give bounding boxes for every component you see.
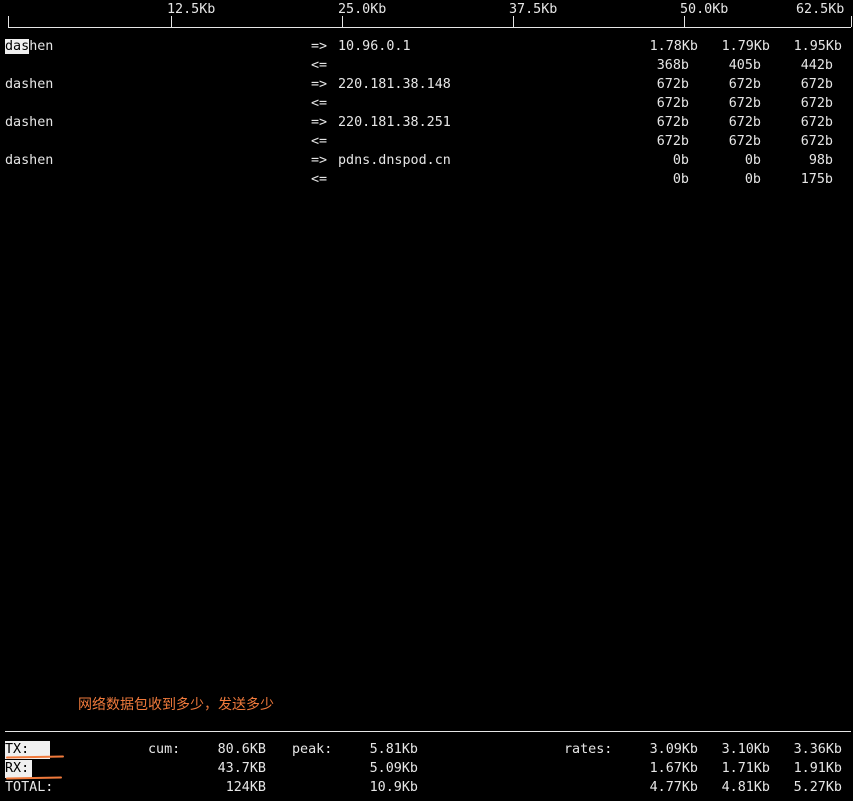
out-arrow: => — [311, 153, 328, 168]
rx-cum: 43.7KB — [217, 761, 266, 776]
out-rate-40s: 672b — [800, 77, 833, 92]
total-label: TOTAL: — [5, 780, 54, 795]
in-rate-10s: 672b — [728, 134, 761, 149]
in-rate-10s: 672b — [728, 96, 761, 111]
out-rate-40s: 98b — [808, 153, 833, 168]
flow-remote: 10.96.0.1 — [338, 39, 411, 54]
tx-cum: 80.6KB — [217, 742, 266, 757]
out-rate-40s: 1.95Kb — [793, 39, 842, 54]
in-arrow: <= — [311, 172, 328, 187]
peak-label: peak: — [292, 742, 333, 757]
total-rate-10s: 4.81Kb — [721, 780, 770, 795]
total-cum: 124KB — [225, 780, 266, 795]
flow-remote: 220.181.38.251 — [338, 115, 451, 130]
out-rate-2s: 1.78Kb — [649, 39, 698, 54]
host-highlight: das — [5, 39, 30, 54]
in-arrow: <= — [311, 96, 328, 111]
in-rate-2s: 368b — [656, 58, 689, 73]
flow-host: dashen — [5, 115, 54, 130]
out-rate-40s: 672b — [800, 115, 833, 130]
in-rate-2s: 672b — [656, 134, 689, 149]
in-arrow: <= — [311, 134, 328, 149]
rx-rate-40s: 1.91Kb — [793, 761, 842, 776]
scale-label: 37.5Kb — [509, 2, 558, 17]
cum-label: cum: — [148, 742, 181, 757]
annotation-note: 网络数据包收到多少，发送多少 — [78, 697, 274, 713]
tx-rate-10s: 3.10Kb — [721, 742, 770, 757]
in-rate-2s: 0b — [672, 172, 689, 187]
out-arrow: => — [311, 39, 328, 54]
flow-host: dashen — [5, 37, 53, 56]
out-rate-10s: 672b — [728, 77, 761, 92]
rx-rate-10s: 1.71Kb — [721, 761, 770, 776]
rx-peak: 5.09Kb — [369, 761, 418, 776]
out-arrow: => — [311, 115, 328, 130]
scale-label: 25.0Kb — [338, 2, 387, 17]
scale-tick — [851, 16, 852, 27]
in-rate-40s: 672b — [800, 134, 833, 149]
rx-label: RX: — [5, 761, 30, 776]
in-rate-10s: 405b — [728, 58, 761, 73]
out-arrow: => — [311, 77, 328, 92]
in-rate-40s: 442b — [800, 58, 833, 73]
out-rate-2s: 672b — [656, 115, 689, 130]
scale-label: 12.5Kb — [167, 2, 216, 17]
out-rate-10s: 672b — [728, 115, 761, 130]
tx-rate-40s: 3.36Kb — [793, 742, 842, 757]
rx-rate-2s: 1.67Kb — [649, 761, 698, 776]
flow-remote: pdns.dnspod.cn — [338, 153, 451, 168]
out-rate-2s: 672b — [656, 77, 689, 92]
in-rate-40s: 672b — [800, 96, 833, 111]
out-rate-2s: 0b — [672, 153, 689, 168]
totals-separator — [5, 731, 851, 732]
total-peak: 10.9Kb — [369, 780, 418, 795]
out-rate-10s: 1.79Kb — [721, 39, 770, 54]
scale-tick — [8, 16, 9, 27]
in-rate-40s: 175b — [800, 172, 833, 187]
total-rate-40s: 5.27Kb — [793, 780, 842, 795]
in-rate-10s: 0b — [744, 172, 761, 187]
out-rate-10s: 0b — [744, 153, 761, 168]
scale-label: 50.0Kb — [680, 2, 729, 17]
flow-host: dashen — [5, 153, 54, 168]
in-arrow: <= — [311, 58, 328, 73]
host-rest: hen — [29, 39, 54, 54]
flow-host: dashen — [5, 77, 54, 92]
rates-label: rates: — [564, 742, 613, 757]
scale-axis-line — [8, 27, 851, 28]
scale-label: 62.5Kb — [796, 2, 845, 17]
in-rate-2s: 672b — [656, 96, 689, 111]
tx-rate-2s: 3.09Kb — [649, 742, 698, 757]
tx-peak: 5.81Kb — [369, 742, 418, 757]
total-rate-2s: 4.77Kb — [649, 780, 698, 795]
flow-remote: 220.181.38.148 — [338, 77, 451, 92]
